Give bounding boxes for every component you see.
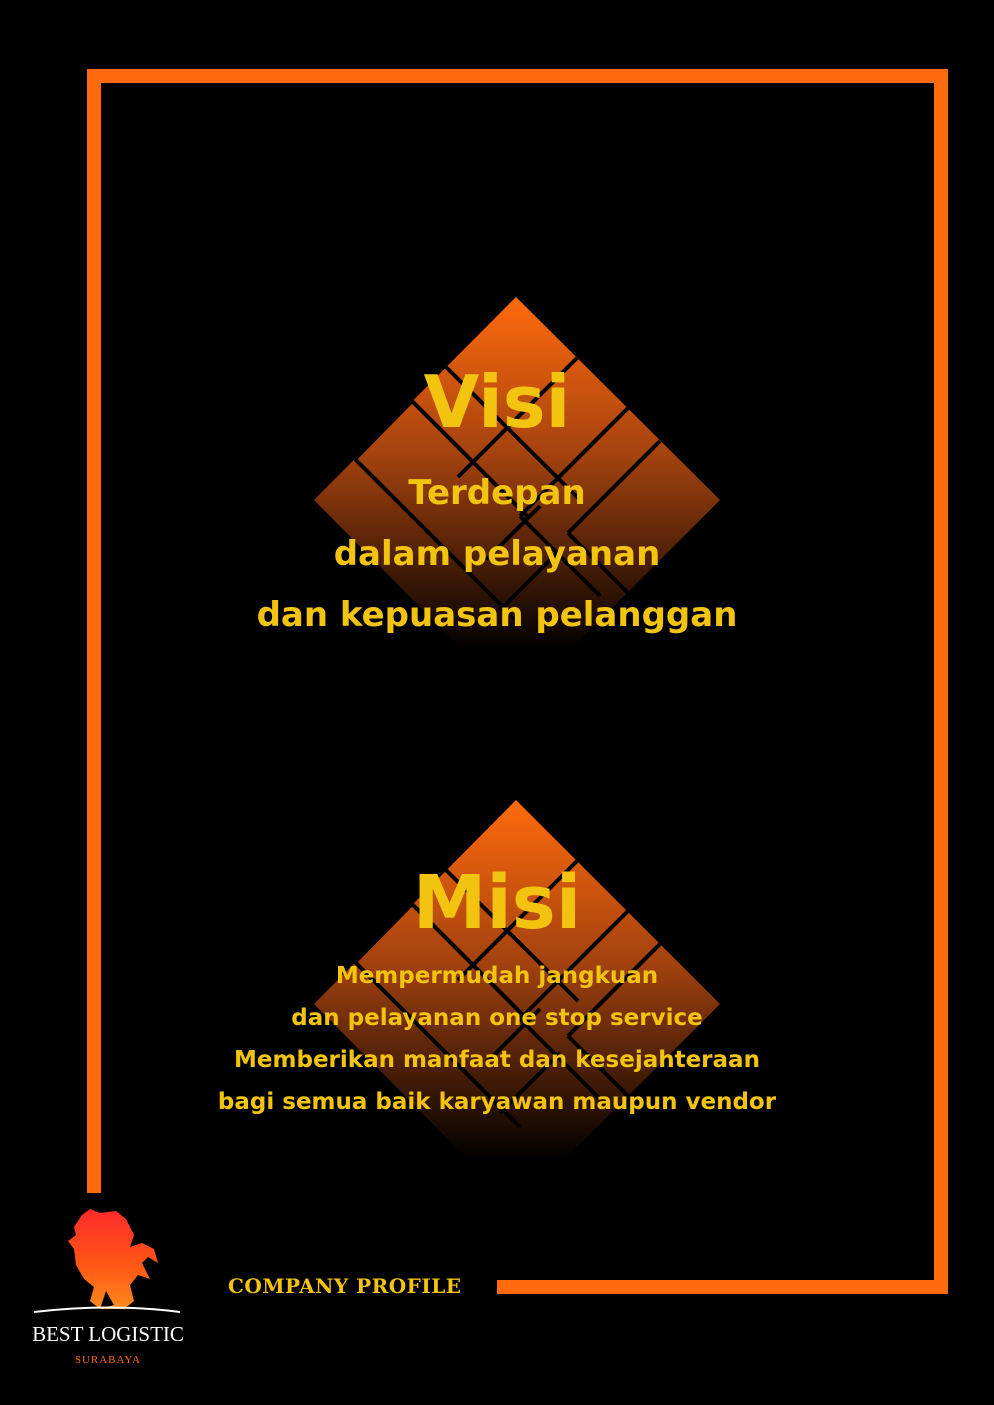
visi-line: dan kepuasan pelanggan [256, 595, 738, 635]
horse-icon [33, 1209, 181, 1313]
misi-text: Mempermudah jangkuan dan pelayanan one s… [0, 958, 994, 1126]
diamond-decorations [314, 297, 720, 1208]
visi-line: dalam pelayanan [333, 534, 661, 574]
logo-city-name: SURABAYA [74, 1354, 142, 1366]
visi-title: Visi [423, 360, 571, 444]
company-profile-page: Visi Terdepan dalam pelayanan dan kepuas… [0, 0, 994, 1405]
visi-text: Terdepan dalam pelayanan dan kepuasan pe… [0, 470, 994, 653]
misi-line: bagi semua baik karyawan maupun vendor [217, 1089, 777, 1115]
misi-line: dan pelayanan one stop service [291, 1005, 703, 1031]
misi-title: Misi [412, 860, 582, 946]
misi-line: Memberikan manfaat dan kesejahteraan [234, 1047, 760, 1073]
misi-line: Mempermudah jangkuan [335, 963, 659, 989]
visi-line: Terdepan [408, 473, 586, 513]
company-profile-label: COMPANY PROFILE [228, 1274, 462, 1298]
logo-company-name: BEST LOGISTIC [32, 1322, 184, 1346]
